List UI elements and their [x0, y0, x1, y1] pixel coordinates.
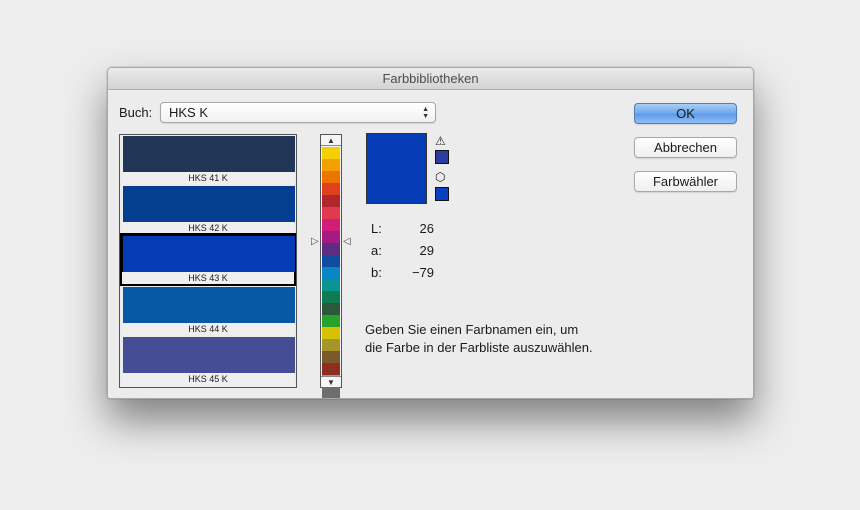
updown-arrows-icon: ▲ ▼ [422, 106, 429, 120]
spectrum-band[interactable] [322, 147, 340, 159]
swatch-item[interactable]: HKS 42 K [122, 185, 295, 234]
spectrum-band[interactable] [322, 267, 340, 279]
swatch-item[interactable]: HKS 43 K [120, 233, 296, 286]
spectrum-right-marker-icon[interactable]: ◁ [343, 236, 351, 247]
window-title: Farbbibliotheken [108, 68, 753, 90]
spectrum-band[interactable] [322, 231, 340, 243]
spectrum-band[interactable] [322, 327, 340, 339]
book-select[interactable]: HKS K ▲ ▼ [160, 102, 436, 123]
spectrum-band[interactable] [322, 291, 340, 303]
cancel-button[interactable]: Abbrechen [634, 137, 737, 158]
spectrum-band[interactable] [322, 183, 340, 195]
spectrum-band[interactable] [322, 159, 340, 171]
color-picker-button[interactable]: Farbwähler [634, 171, 737, 192]
swatch-name: HKS 43 K [122, 272, 294, 284]
swatch-name: HKS 42 K [122, 222, 294, 234]
lab-l-value: 26 [419, 221, 434, 236]
cube-icon: ⬡ [435, 170, 446, 184]
ok-button[interactable]: OK [634, 103, 737, 124]
lab-b-value: −79 [411, 265, 434, 280]
lab-a-value: 29 [419, 243, 434, 258]
swatch-chip [123, 337, 295, 373]
book-label: Buch: [119, 105, 153, 120]
scroll-down-arrow-icon[interactable]: ▼ [321, 376, 341, 387]
swatch-list[interactable]: HKS 41 K HKS 42 K HKS 43 K HKS 44 K HKS … [119, 134, 297, 388]
swatch-name: HKS 44 K [122, 323, 294, 335]
spectrum-band[interactable] [322, 387, 340, 398]
color-preview [366, 133, 427, 204]
swatch-chip [123, 136, 295, 172]
spectrum-band[interactable] [322, 303, 340, 315]
hint-line-1: Geben Sie einen Farbnamen ein, um [365, 322, 579, 337]
swatch-chip [123, 186, 295, 222]
spectrum-band[interactable] [322, 195, 340, 207]
swatch-chip [123, 287, 295, 323]
spectrum-band[interactable] [322, 255, 340, 267]
spectrum-band[interactable] [322, 243, 340, 255]
scroll-up-arrow-icon[interactable]: ▲ [321, 135, 341, 146]
gamut-warning-swatch[interactable] [435, 150, 449, 164]
swatch-item[interactable]: HKS 44 K [122, 286, 295, 335]
swatch-item[interactable]: HKS 45 K [122, 336, 295, 385]
spectrum-band[interactable] [322, 315, 340, 327]
spectrum-band[interactable] [322, 207, 340, 219]
swatch-chip [123, 236, 295, 272]
spectrum-band[interactable] [322, 339, 340, 351]
spectrum-band[interactable] [322, 363, 340, 375]
spectrum-band[interactable] [322, 351, 340, 363]
spectrum-band[interactable] [322, 171, 340, 183]
lab-b-label: b: [371, 265, 382, 280]
swatch-name: HKS 41 K [122, 172, 294, 184]
warning-icon: ⚠ [435, 134, 446, 148]
swatch-item[interactable]: HKS 41 K [122, 135, 295, 184]
spectrum-left-marker-icon[interactable]: ▷ [311, 236, 319, 247]
book-select-value: HKS K [169, 105, 209, 120]
spectrum-bands[interactable] [322, 147, 340, 398]
color-spectrum-slider[interactable]: ▲ ▼ [320, 134, 342, 398]
spectrum-band[interactable] [322, 279, 340, 291]
hint-text: Geben Sie einen Farbnamen ein, um die Fa… [365, 321, 635, 357]
spectrum-band[interactable] [322, 219, 340, 231]
hint-line-2: die Farbe in der Farbliste auszuwählen. [365, 340, 593, 355]
lab-a-label: a: [371, 243, 382, 258]
swatch-name: HKS 45 K [122, 373, 294, 385]
lab-l-label: L: [371, 221, 382, 236]
web-safe-swatch[interactable] [435, 187, 449, 201]
color-libraries-dialog: Farbbibliotheken Buch: HKS K ▲ ▼ HKS 41 K… [107, 67, 754, 399]
